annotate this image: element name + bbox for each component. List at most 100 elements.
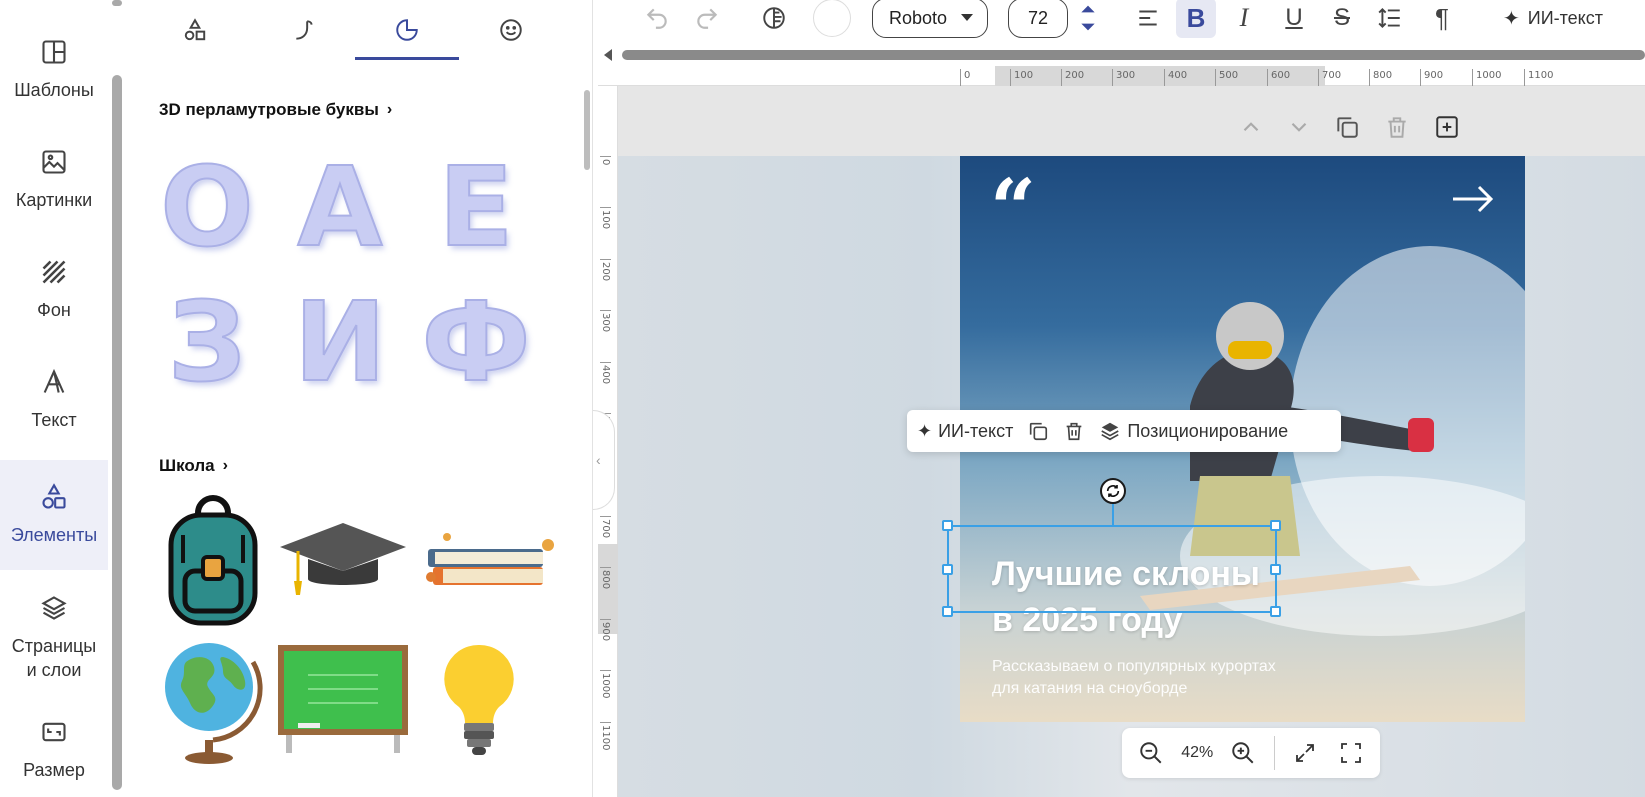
nav-scrollbar[interactable] xyxy=(111,0,123,797)
shapes-icon xyxy=(184,18,206,41)
zoom-in-button[interactable] xyxy=(1227,737,1259,769)
resize-handle-tl[interactable] xyxy=(942,520,953,531)
ctx-ai-text-button[interactable]: ✦ ИИ-текст xyxy=(917,421,1013,442)
sticker-letter-a[interactable]: А xyxy=(280,142,400,272)
tab-lines[interactable] xyxy=(253,0,357,60)
ctx-ai-text-label: ИИ-текст xyxy=(938,420,1014,441)
nav-size[interactable]: Размер xyxy=(0,700,108,797)
zoom-out-button[interactable] xyxy=(1135,737,1167,769)
opacity-button[interactable] xyxy=(756,0,792,36)
ruler-tick: 1000 xyxy=(600,670,611,698)
bold-button[interactable]: B xyxy=(1176,0,1216,38)
caret-down-icon xyxy=(961,14,973,21)
add-page-button[interactable] xyxy=(1432,112,1462,142)
fit-to-screen-button[interactable] xyxy=(1289,737,1321,769)
text-color-button[interactable] xyxy=(812,0,852,37)
nav-background[interactable]: Фон xyxy=(0,240,108,340)
headline-text[interactable]: Лучшие склоны в 2025 году xyxy=(992,551,1260,643)
tab-emoji[interactable] xyxy=(459,0,563,60)
italic-button[interactable]: I xyxy=(1226,0,1262,36)
nav-templates[interactable]: Шаблоны xyxy=(0,20,108,120)
books-sticker[interactable] xyxy=(423,525,558,595)
ruler-tick: 200 xyxy=(600,259,611,281)
sticker-letter-o[interactable]: О xyxy=(147,142,267,272)
light-bulb-sticker[interactable] xyxy=(439,635,519,765)
section-title-3d-letters[interactable]: 3D перламутровые буквы › xyxy=(159,100,392,120)
resize-handle-mr[interactable] xyxy=(1270,564,1281,575)
align-button[interactable] xyxy=(1130,0,1166,36)
fullscreen-button[interactable] xyxy=(1335,737,1367,769)
stickers-icon xyxy=(396,19,418,41)
chalkboard-sticker[interactable] xyxy=(278,645,408,755)
sticker-letter-e[interactable]: Е xyxy=(416,142,536,272)
paragraph-button[interactable]: ¶ xyxy=(1424,0,1460,36)
resize-icon xyxy=(42,722,66,742)
chevron-left-icon: ‹ xyxy=(596,452,601,468)
section-title-school[interactable]: Школа › xyxy=(159,456,228,476)
duplicate-page-button[interactable] xyxy=(1332,112,1362,142)
sparkle-icon: ✦ xyxy=(1502,7,1520,30)
image-icon xyxy=(42,150,66,174)
tab-shapes[interactable] xyxy=(143,0,247,60)
tab-stickers[interactable] xyxy=(355,0,459,60)
move-page-up-button[interactable] xyxy=(1236,112,1266,142)
undo-button[interactable] xyxy=(640,0,674,36)
scrollbar-thumb[interactable] xyxy=(622,50,1645,60)
graduation-cap-sticker[interactable] xyxy=(278,515,408,605)
canvas-workspace[interactable]: 0 100 200 300 400 500 600 700 800 900 10… xyxy=(598,66,1645,797)
background-icon xyxy=(42,260,66,284)
ruler-tick: 800 xyxy=(600,567,611,589)
rotate-handle[interactable] xyxy=(1100,478,1126,504)
ctx-duplicate-button[interactable] xyxy=(1027,420,1049,442)
nav-elements[interactable]: Элементы xyxy=(0,460,108,570)
quote-mark[interactable]: “ xyxy=(990,168,1036,248)
collapse-panel-button[interactable]: ‹ xyxy=(593,410,615,510)
resize-handle-ml[interactable] xyxy=(942,564,953,575)
sticker-letter-z[interactable]: З xyxy=(147,277,267,407)
font-size-input[interactable]: 72 xyxy=(1008,0,1068,38)
chevron-right-icon: › xyxy=(222,457,228,474)
resize-handle-br[interactable] xyxy=(1270,606,1281,617)
section-title-text: 3D перламутровые буквы xyxy=(159,100,379,119)
sticker-letter-f[interactable]: Ф xyxy=(416,277,536,407)
nav-images[interactable]: Картинки xyxy=(0,130,108,230)
font-family-select[interactable]: Roboto xyxy=(872,0,988,38)
font-name: Roboto xyxy=(889,7,948,28)
globe-sticker[interactable] xyxy=(161,632,266,767)
horizontal-scrollbar[interactable] xyxy=(598,44,1645,66)
arrow-right-icon[interactable] xyxy=(1451,184,1495,214)
sticker-letter-i[interactable]: И xyxy=(280,277,400,407)
strikethrough-button[interactable]: S xyxy=(1324,0,1360,36)
font-size-up-button[interactable] xyxy=(1074,0,1102,18)
ruler-tick: 300 xyxy=(1112,69,1135,86)
ai-text-button[interactable]: ✦ ИИ-текст xyxy=(1494,0,1612,36)
opacity-icon xyxy=(763,7,785,29)
line-height-button[interactable] xyxy=(1372,0,1408,36)
font-size-down-button[interactable] xyxy=(1074,18,1102,36)
nav-text[interactable]: Текст xyxy=(0,350,108,450)
ctx-delete-button[interactable] xyxy=(1063,420,1085,442)
expand-icon xyxy=(1295,744,1314,762)
headline-line: Лучшие склоны xyxy=(992,555,1260,593)
ctx-position-label: Позиционирование xyxy=(1127,420,1289,441)
divider xyxy=(1273,736,1275,770)
backpack-sticker[interactable] xyxy=(163,495,263,630)
redo-button[interactable] xyxy=(690,0,724,36)
trash-icon xyxy=(1067,422,1082,441)
move-page-down-button[interactable] xyxy=(1284,112,1314,142)
panel-scrollbar[interactable] xyxy=(584,90,590,170)
subtitle-text[interactable]: Рассказываем о популярных курортах для к… xyxy=(992,656,1276,700)
scroll-left-arrow-icon[interactable] xyxy=(604,49,612,61)
ruler-tick: 400 xyxy=(1164,69,1187,86)
underline-button[interactable]: U xyxy=(1276,0,1312,36)
elements-tabs xyxy=(123,0,592,60)
delete-page-button[interactable] xyxy=(1382,112,1412,142)
emoji-icon xyxy=(500,19,522,41)
templates-icon xyxy=(42,40,66,64)
resize-handle-bl[interactable] xyxy=(942,606,953,617)
ruler-tick: 0 xyxy=(960,69,970,86)
ruler-tick: 700 xyxy=(1318,69,1341,86)
nav-pages-layers[interactable]: Страницы и слои xyxy=(0,580,108,695)
ctx-position-button[interactable]: Позиционирование xyxy=(1099,420,1288,442)
resize-handle-tr[interactable] xyxy=(1270,520,1281,531)
